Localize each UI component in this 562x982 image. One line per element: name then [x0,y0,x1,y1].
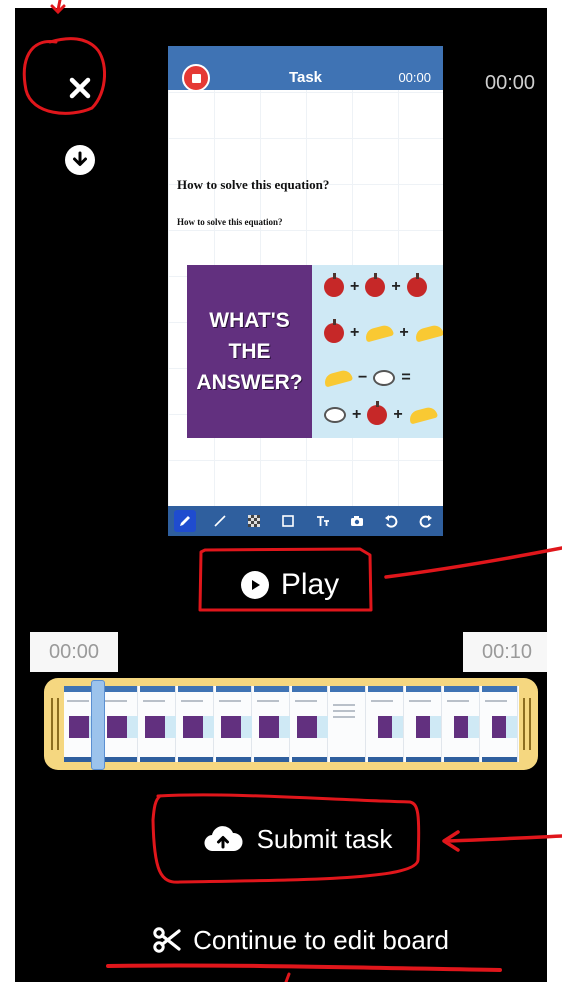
trim-left-handle[interactable] [51,698,53,750]
timeline-frame [368,686,404,762]
timeline-frame [482,686,518,762]
play-button[interactable]: Play [205,557,375,613]
question-subtitle: How to solve this equation? [177,217,283,227]
timeline-frame [178,686,214,762]
coconut-icon [324,407,346,423]
redo-icon [415,510,437,532]
trim-right-handle-grip [529,698,531,750]
preview-timer: 00:00 [398,70,431,85]
video-review-screen: 00:00 Task 00:00 How to solve this equat… [15,8,547,982]
puzzle-image: WHAT'S THE ANSWER? + + + + − = + + [187,265,443,438]
timeline-frame [140,686,176,762]
coconut-icon [373,370,396,386]
apple-icon [324,273,344,297]
play-icon [240,571,269,599]
apple-icon [324,319,344,343]
trim-right-handle[interactable] [523,698,525,750]
timeline-frames [64,686,519,762]
close-button[interactable] [62,70,98,106]
trim-end-time: 00:10 [463,632,547,672]
apple-icon [365,273,386,297]
timeline-frame [216,686,252,762]
submit-task-button[interactable]: Submit task [175,808,420,870]
timeline-playhead[interactable] [91,680,106,770]
timeline-frame [292,686,328,762]
timeline-trimmer[interactable] [44,678,538,770]
arrow-down-icon [73,151,87,166]
timeline-frame [406,686,442,762]
trim-start-time: 00:00 [30,632,118,672]
line-icon [209,510,231,532]
puzzle-caption-line: WHAT'S [209,309,290,332]
apple-icon [367,401,388,425]
text-icon [312,510,334,532]
undo-icon [380,510,402,532]
download-button[interactable] [65,145,95,175]
apple-icon [406,273,427,297]
cloud-upload-icon [204,826,243,852]
puzzle-row: − = [322,368,411,388]
timeline-frame [102,686,138,762]
close-icon [69,77,91,99]
banana-icon [364,323,395,343]
camera-icon [346,510,368,532]
preview-header: Task 00:00 [168,46,443,92]
continue-edit-button[interactable]: Continue to edit board [111,918,491,962]
timeline-frame [444,686,480,762]
board-preview: Task 00:00 How to solve this equation? H… [168,46,443,536]
pen-icon [174,510,197,532]
puzzle-row: + + [324,401,438,425]
banana-icon [322,368,354,388]
banana-icon [413,323,443,343]
timeline-frame [330,686,366,762]
rectangle-icon [277,510,299,532]
pattern-icon [243,510,265,532]
puzzle-caption-line: ANSWER? [196,371,303,394]
play-label: Play [280,568,340,601]
puzzle-caption-line: THE [228,340,271,363]
puzzle-caption: WHAT'S THE ANSWER? [187,265,312,438]
puzzle-row: + + [324,273,427,297]
drawing-toolbar [168,506,443,536]
question-title: How to solve this equation? [177,177,330,192]
puzzle-row: + + [324,319,443,343]
continue-edit-label: Continue to edit board [193,924,449,955]
trim-left-handle-grip [57,698,59,750]
timeline-frame [254,686,290,762]
scissors-icon [153,927,181,953]
banana-icon [407,405,438,425]
recording-time: 00:00 [485,72,536,94]
submit-task-label: Submit task [256,823,393,854]
